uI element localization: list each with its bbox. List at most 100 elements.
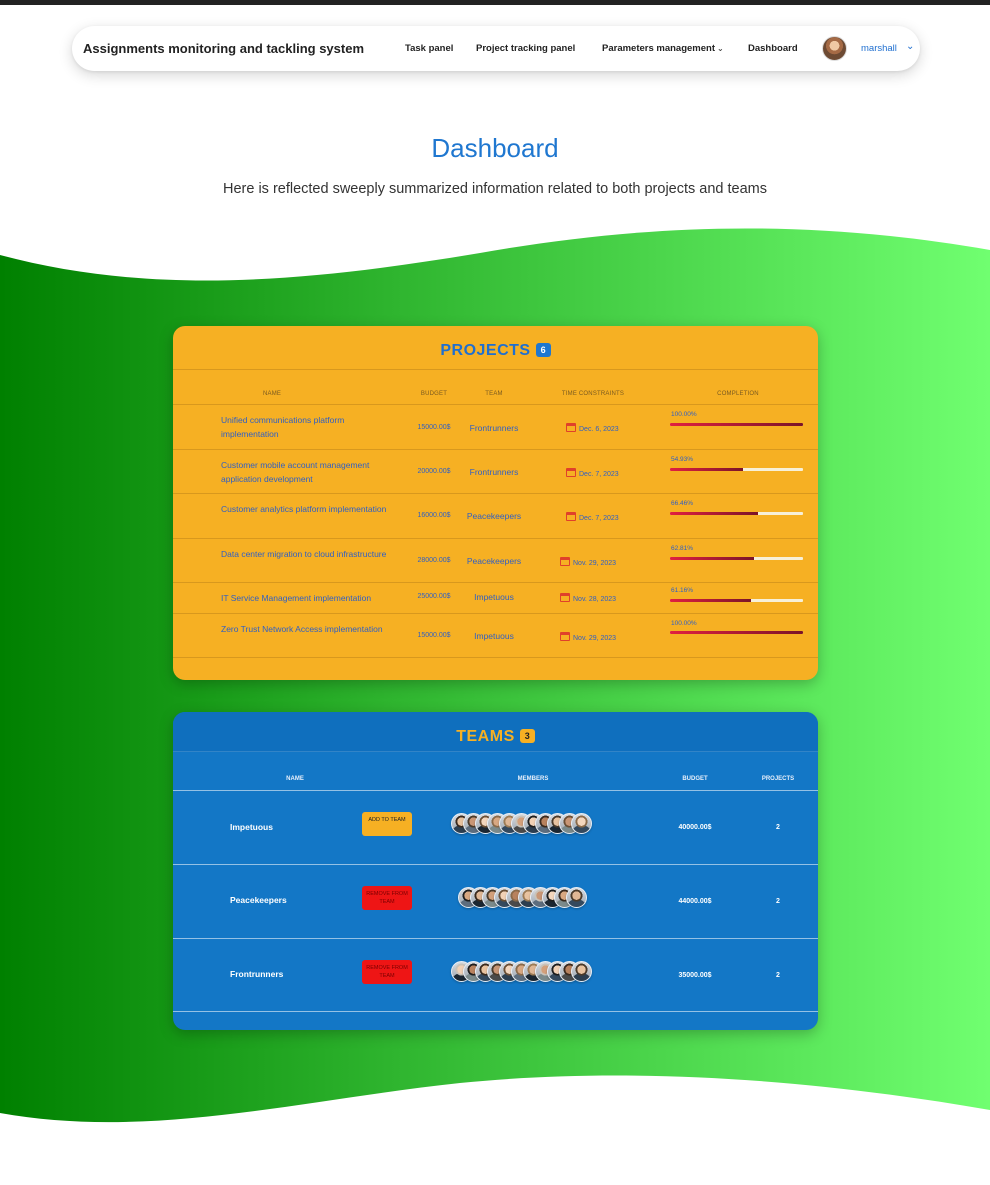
project-row[interactable]: IT Service Management implementation 250…	[173, 582, 818, 613]
nav-project-tracking-panel[interactable]: Project tracking panel	[476, 43, 575, 54]
project-budget: 16000.00$	[417, 512, 451, 519]
teams-count-badge: 3	[519, 729, 535, 743]
project-row[interactable]: Unified communications platform implemen…	[173, 404, 818, 449]
calendar-icon	[566, 468, 576, 477]
col-header-members: MEMBERS	[517, 776, 549, 782]
completion-progress-fill	[670, 512, 759, 515]
user-avatar[interactable]	[822, 36, 847, 61]
navbar: Assignments monitoring and tackling syst…	[72, 26, 920, 71]
team-members	[451, 961, 592, 985]
completion-progress-fill	[670, 631, 803, 634]
completion-progress-bar	[670, 468, 803, 471]
team-projects-count: 2	[776, 898, 780, 905]
team-row[interactable]: Impetuous ADD TO TEAM 40000.00$ 2	[173, 790, 818, 864]
project-budget: 15000.00$	[417, 424, 451, 431]
member-avatar[interactable]	[571, 961, 592, 982]
col-header-name: NAME	[286, 776, 304, 782]
col-header-name: NAME	[263, 391, 282, 397]
team-projects-count: 2	[776, 824, 780, 831]
completion-percent: 62.81%	[671, 545, 694, 552]
completion-progress-fill	[670, 468, 744, 471]
calendar-icon	[560, 632, 570, 641]
project-row[interactable]: Customer mobile account management appli…	[173, 449, 818, 493]
page-subtitle: Here is reflected sweeply summarized inf…	[222, 181, 767, 197]
nav-task-panel[interactable]: Task panel	[405, 43, 453, 54]
nav-parameters-management[interactable]: Parameters management ⌄	[602, 43, 724, 54]
project-name[interactable]: Customer mobile account management appli…	[221, 458, 396, 486]
completion-percent: 61.16%	[671, 587, 694, 594]
projects-count-badge: 6	[535, 343, 551, 357]
member-avatar[interactable]	[566, 887, 587, 908]
project-deadline-date: Dec. 7, 2023	[579, 515, 619, 522]
remove-from-team-button[interactable]: REMOVE FROM TEAM	[362, 886, 412, 910]
user-menu-name[interactable]: marshall	[861, 43, 897, 54]
completion-progress-fill	[670, 599, 752, 602]
team-budget: 44000.00$	[678, 898, 712, 905]
app-brand[interactable]: Assignments monitoring and tackling syst…	[83, 41, 364, 56]
col-header-projects: PROJECTS	[761, 776, 795, 782]
project-deadline: Nov. 28, 2023	[560, 593, 640, 603]
project-row[interactable]: Data center migration to cloud infrastru…	[173, 538, 818, 582]
team-name[interactable]: Frontrunners	[230, 969, 283, 979]
project-team[interactable]: Impetuous	[460, 592, 528, 602]
project-budget: 25000.00$	[417, 593, 451, 600]
teams-card: TEAMS 3 NAME MEMBERS BUDGET PROJECTS Impe…	[173, 712, 818, 1030]
team-name[interactable]: Impetuous	[230, 822, 273, 832]
calendar-icon	[560, 557, 570, 566]
col-header-budget: BUDGET	[682, 776, 708, 782]
project-name[interactable]: IT Service Management implementation	[221, 591, 396, 605]
team-row[interactable]: Frontrunners REMOVE FROM TEAM 35000.00$ …	[173, 938, 818, 1012]
team-budget: 35000.00$	[678, 972, 712, 979]
completion-progress-fill	[670, 557, 754, 560]
page-title: Dashboard	[431, 133, 559, 163]
completion-progress-bar	[670, 631, 803, 634]
teams-title: TEAMS	[456, 728, 515, 745]
nav-dashboard[interactable]: Dashboard	[748, 43, 798, 54]
projects-card: PROJECTS 6 NAME BUDGET TEAM TIME CONSTRAI…	[173, 326, 818, 680]
nav-parameters-management-label: Parameters management	[602, 43, 715, 54]
project-deadline: Nov. 29, 2023	[560, 557, 640, 567]
browser-top-strip	[0, 0, 990, 5]
calendar-icon	[566, 512, 576, 521]
project-name[interactable]: Unified communications platform implemen…	[221, 413, 396, 441]
project-deadline-date: Dec. 6, 2023	[579, 426, 619, 433]
completion-percent: 54.93%	[671, 456, 694, 463]
completion-progress-bar	[670, 557, 803, 560]
project-team[interactable]: Peacekeepers	[460, 556, 528, 566]
team-row[interactable]: Peacekeepers REMOVE FROM TEAM 44000.00$ …	[173, 864, 818, 938]
project-name[interactable]: Zero Trust Network Access implementation	[221, 622, 396, 636]
project-name[interactable]: Data center migration to cloud infrastru…	[221, 547, 396, 561]
project-team[interactable]: Frontrunners	[460, 467, 528, 477]
project-row[interactable]: Customer analytics platform implementati…	[173, 493, 818, 538]
project-deadline: Dec. 6, 2023	[566, 423, 646, 433]
team-members	[451, 813, 592, 837]
completion-percent: 100.00%	[671, 411, 697, 418]
project-name[interactable]: Customer analytics platform implementati…	[221, 502, 396, 516]
chevron-down-icon[interactable]: ⌄	[906, 41, 914, 52]
col-header-completion: COMPLETION	[717, 391, 759, 397]
project-deadline-date: Nov. 28, 2023	[573, 596, 617, 603]
completion-percent: 100.00%	[671, 620, 697, 627]
completion-percent: 66.46%	[671, 500, 694, 507]
project-budget: 20000.00$	[417, 468, 451, 475]
chevron-down-icon: ⌄	[717, 44, 724, 53]
project-team[interactable]: Impetuous	[460, 631, 528, 641]
teams-card-header: TEAMS 3	[173, 712, 818, 752]
team-members	[458, 887, 587, 911]
project-team[interactable]: Peacekeepers	[460, 511, 528, 521]
add-to-team-button[interactable]: ADD TO TEAM	[362, 812, 412, 836]
project-budget: 15000.00$	[417, 632, 451, 639]
team-budget: 40000.00$	[678, 824, 712, 831]
team-name[interactable]: Peacekeepers	[230, 895, 287, 905]
project-row[interactable]: Zero Trust Network Access implementation…	[173, 613, 818, 658]
project-team[interactable]: Frontrunners	[460, 423, 528, 433]
member-avatar[interactable]	[571, 813, 592, 834]
col-header-team: TEAM	[485, 391, 503, 397]
project-deadline-date: Nov. 29, 2023	[573, 560, 617, 567]
col-header-time-constraints: TIME CONSTRAINTS	[561, 391, 625, 397]
project-deadline: Dec. 7, 2023	[566, 468, 646, 478]
projects-title: PROJECTS	[440, 342, 531, 359]
remove-from-team-button[interactable]: REMOVE FROM TEAM	[362, 960, 412, 984]
calendar-icon	[566, 423, 576, 432]
completion-progress-fill	[670, 423, 803, 426]
